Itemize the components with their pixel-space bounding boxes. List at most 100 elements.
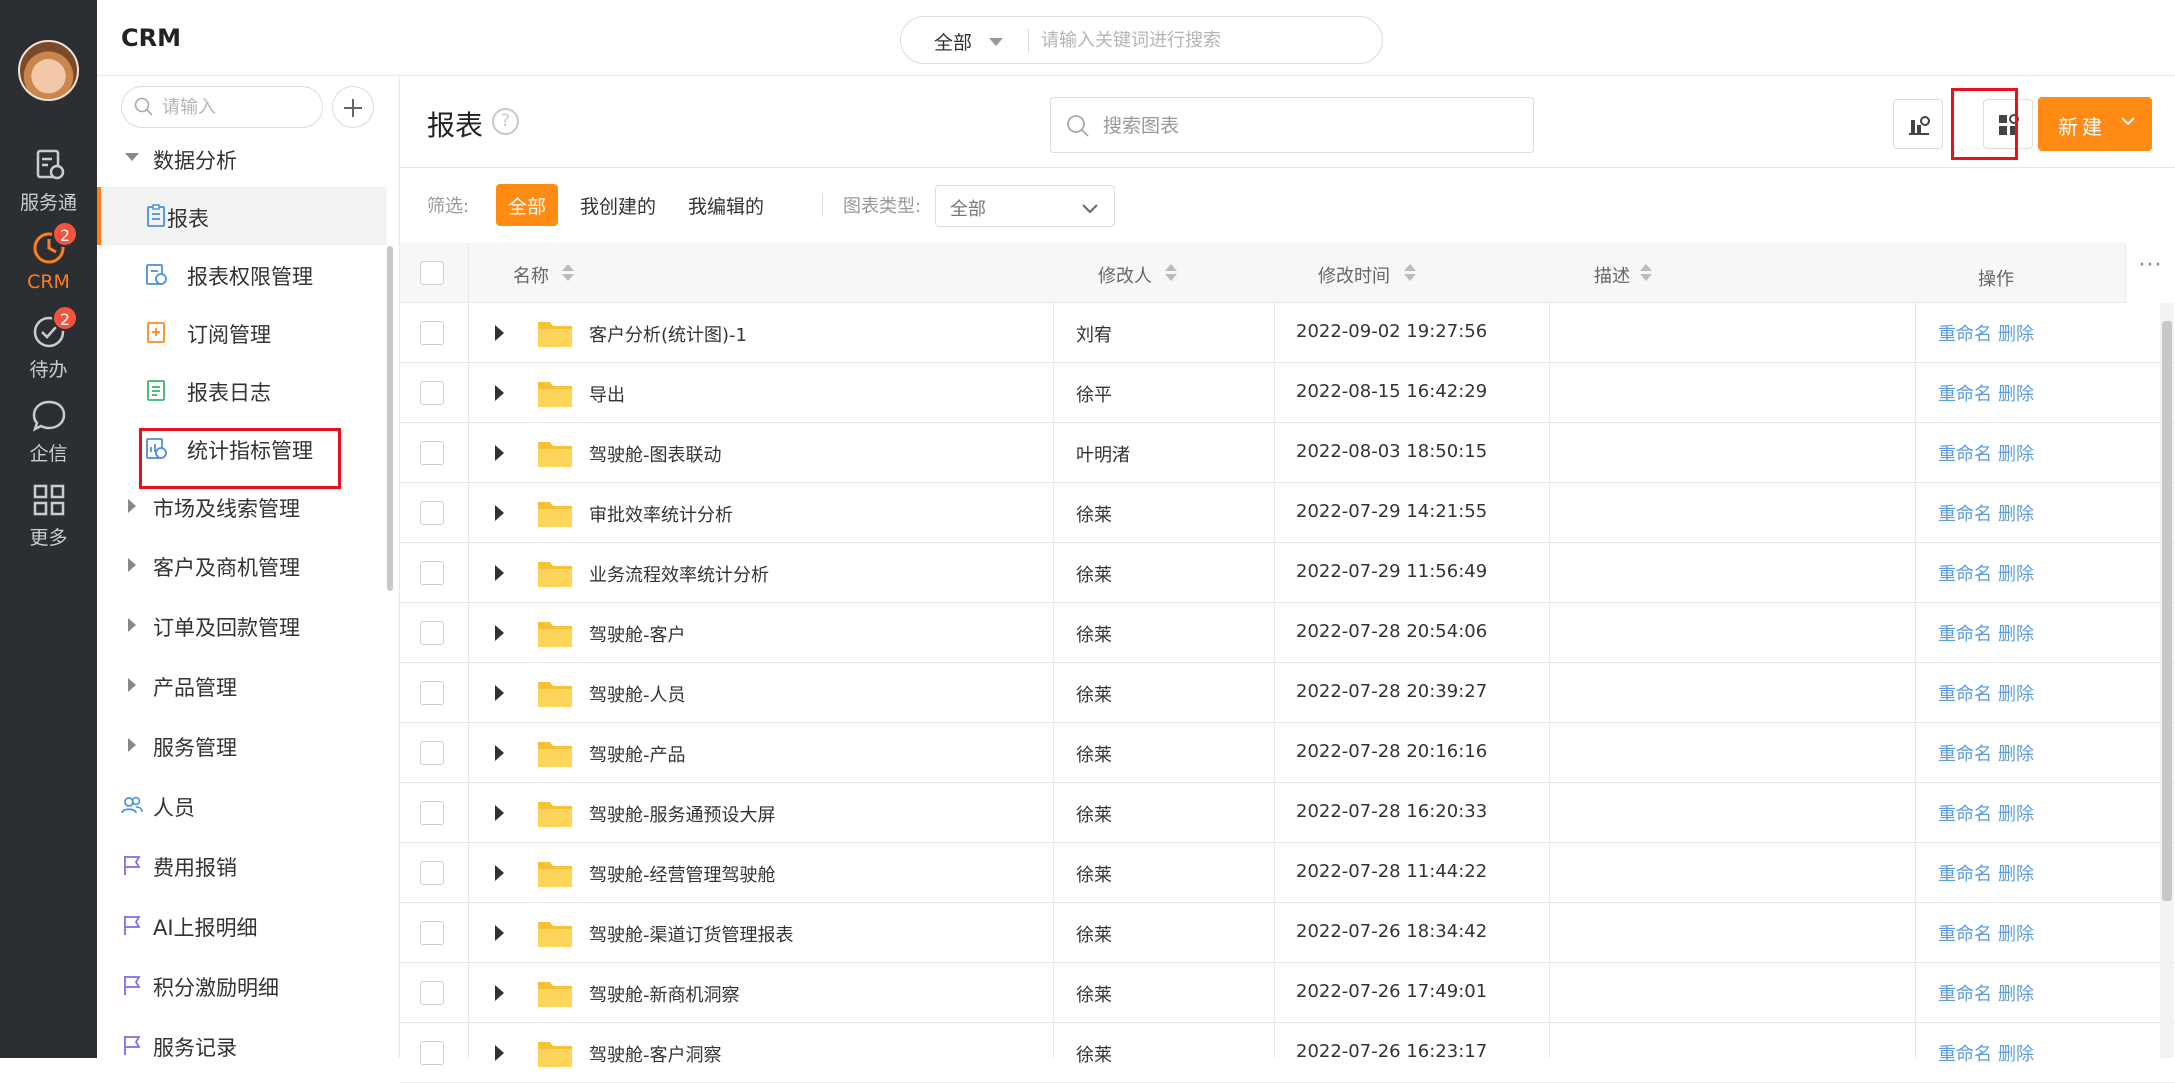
row-name[interactable]: 业务流程效率统计分析 [589, 561, 769, 587]
row-checkbox[interactable] [420, 861, 444, 885]
rail-item-crm[interactable]: 2 CRM [0, 229, 97, 293]
rename-link[interactable]: 重命名 [1938, 984, 1992, 1005]
row-name[interactable]: 驾驶舱-新商机洞察 [589, 981, 740, 1007]
row-checkbox[interactable] [420, 381, 444, 405]
delete-link[interactable]: 删除 [1998, 444, 2034, 465]
rename-link[interactable]: 重命名 [1938, 504, 1992, 525]
column-header-editor[interactable]: 修改人 [1098, 262, 1152, 288]
sort-icon[interactable] [562, 264, 574, 282]
row-checkbox[interactable] [420, 501, 444, 525]
nav-link-expense[interactable]: 费用报销 [97, 836, 387, 894]
nav-group-market-leads[interactable]: 市场及线索管理 [97, 477, 387, 535]
table-row[interactable]: 驾驶舱-客户洞察 徐莱 2022-07-26 16:23:17 重命名删除 [400, 1023, 2175, 1083]
delete-link[interactable]: 删除 [1998, 624, 2034, 645]
nav-group-order-payment[interactable]: 订单及回款管理 [97, 596, 387, 654]
column-header-mtime[interactable]: 修改时间 [1318, 262, 1390, 288]
rename-link[interactable]: 重命名 [1938, 924, 1992, 945]
nav-group-customer-opportunity[interactable]: 客户及商机管理 [97, 536, 387, 594]
table-row[interactable]: 驾驶舱-服务通预设大屏 徐莱 2022-07-28 16:20:33 重命名删除 [400, 783, 2175, 843]
sort-icon[interactable] [1165, 264, 1177, 282]
rename-link[interactable]: 重命名 [1938, 564, 1992, 585]
row-checkbox[interactable] [420, 681, 444, 705]
user-avatar[interactable] [18, 40, 79, 101]
delete-link[interactable]: 删除 [1998, 564, 2034, 585]
expand-caret-icon[interactable] [495, 325, 504, 341]
rail-item-chat[interactable]: 企信 [0, 397, 97, 466]
rename-link[interactable]: 重命名 [1938, 324, 1992, 345]
table-row[interactable]: 审批效率统计分析 徐莱 2022-07-29 14:21:55 重命名删除 [400, 483, 2175, 543]
sort-icon[interactable] [1404, 264, 1416, 282]
row-checkbox[interactable] [420, 801, 444, 825]
nav-item-report[interactable]: 报表 [97, 187, 387, 245]
row-checkbox[interactable] [420, 1041, 444, 1065]
row-checkbox[interactable] [420, 621, 444, 645]
row-name[interactable]: 客户分析(统计图)-1 [589, 321, 747, 347]
delete-link[interactable]: 删除 [1998, 684, 2034, 705]
expand-caret-icon[interactable] [495, 805, 504, 821]
nav-item-report-permission[interactable]: 报表权限管理 [97, 245, 387, 303]
delete-link[interactable]: 删除 [1998, 804, 2034, 825]
more-options-icon[interactable]: ··· [2125, 243, 2175, 303]
expand-caret-icon[interactable] [495, 565, 504, 581]
expand-caret-icon[interactable] [495, 1045, 504, 1061]
help-icon[interactable]: ? [492, 108, 519, 135]
nav-item-report-log[interactable]: 报表日志 [97, 361, 387, 419]
chart-search-input[interactable] [1103, 111, 1503, 141]
row-name[interactable]: 驾驶舱-客户 [589, 621, 686, 647]
caret-down-icon[interactable] [989, 38, 1003, 46]
rename-link[interactable]: 重命名 [1938, 1044, 1992, 1065]
row-name[interactable]: 驾驶舱-渠道订货管理报表 [589, 921, 794, 947]
chart-type-select[interactable]: 全部 [935, 185, 1115, 227]
nav-group-data-analysis[interactable]: 数据分析 [97, 129, 387, 187]
expand-caret-icon[interactable] [495, 505, 504, 521]
chart-settings-button[interactable] [1893, 99, 1943, 149]
rename-link[interactable]: 重命名 [1938, 864, 1992, 885]
delete-link[interactable]: 删除 [1998, 984, 2034, 1005]
table-row[interactable]: 驾驶舱-新商机洞察 徐莱 2022-07-26 17:49:01 重命名删除 [400, 963, 2175, 1023]
nav-link-people[interactable]: 人员 [97, 776, 387, 834]
row-checkbox[interactable] [420, 441, 444, 465]
table-row[interactable]: 导出 徐平 2022-08-15 16:42:29 重命名删除 [400, 363, 2175, 423]
table-row[interactable]: 客户分析(统计图)-1 刘宥 2022-09-02 19:27:56 重命名删除 [400, 303, 2175, 363]
nav-link-ai-report[interactable]: AI上报明细 [97, 896, 387, 954]
add-menu-button[interactable] [332, 86, 374, 128]
nav-item-subscription[interactable]: 订阅管理 [97, 303, 387, 361]
new-button[interactable]: 新建 [2038, 97, 2152, 151]
row-checkbox[interactable] [420, 981, 444, 1005]
row-checkbox[interactable] [420, 561, 444, 585]
select-all-checkbox[interactable] [420, 261, 444, 285]
table-row[interactable]: 驾驶舱-客户 徐莱 2022-07-28 20:54:06 重命名删除 [400, 603, 2175, 663]
row-name[interactable]: 驾驶舱-经营管理驾驶舱 [589, 861, 776, 887]
row-name[interactable]: 驾驶舱-图表联动 [589, 441, 722, 467]
rename-link[interactable]: 重命名 [1938, 744, 1992, 765]
table-row[interactable]: 驾驶舱-经营管理驾驶舱 徐莱 2022-07-28 11:44:22 重命名删除 [400, 843, 2175, 903]
rename-link[interactable]: 重命名 [1938, 804, 1992, 825]
sidebar-scrollbar[interactable] [387, 246, 393, 591]
table-row[interactable]: 驾驶舱-图表联动 叶明渚 2022-08-03 18:50:15 重命名删除 [400, 423, 2175, 483]
expand-caret-icon[interactable] [495, 445, 504, 461]
search-scope-select[interactable]: 全部 [934, 28, 972, 55]
expand-caret-icon[interactable] [495, 385, 504, 401]
table-row[interactable]: 驾驶舱-人员 徐莱 2022-07-28 20:39:27 重命名删除 [400, 663, 2175, 723]
row-name[interactable]: 驾驶舱-服务通预设大屏 [589, 801, 776, 827]
delete-link[interactable]: 删除 [1998, 864, 2034, 885]
row-name[interactable]: 审批效率统计分析 [589, 501, 733, 527]
row-name[interactable]: 驾驶舱-产品 [589, 741, 686, 767]
delete-link[interactable]: 删除 [1998, 504, 2034, 525]
global-search-input[interactable] [1041, 25, 1361, 55]
rail-item-more[interactable]: 更多 [0, 481, 97, 550]
rename-link[interactable]: 重命名 [1938, 444, 1992, 465]
rail-item-service[interactable]: 服务通 [0, 146, 97, 215]
row-name[interactable]: 导出 [589, 381, 625, 407]
row-checkbox[interactable] [420, 741, 444, 765]
table-scrollbar[interactable] [2162, 321, 2172, 901]
delete-link[interactable]: 删除 [1998, 1044, 2034, 1065]
nav-link-service-record[interactable]: 服务记录 [97, 1016, 387, 1058]
expand-caret-icon[interactable] [495, 685, 504, 701]
rail-item-todo[interactable]: 2 待办 [0, 313, 97, 382]
nav-group-service[interactable]: 服务管理 [97, 716, 387, 774]
rename-link[interactable]: 重命名 [1938, 624, 1992, 645]
delete-link[interactable]: 删除 [1998, 384, 2034, 405]
delete-link[interactable]: 删除 [1998, 924, 2034, 945]
filter-chip-all[interactable]: 全部 [496, 184, 558, 226]
